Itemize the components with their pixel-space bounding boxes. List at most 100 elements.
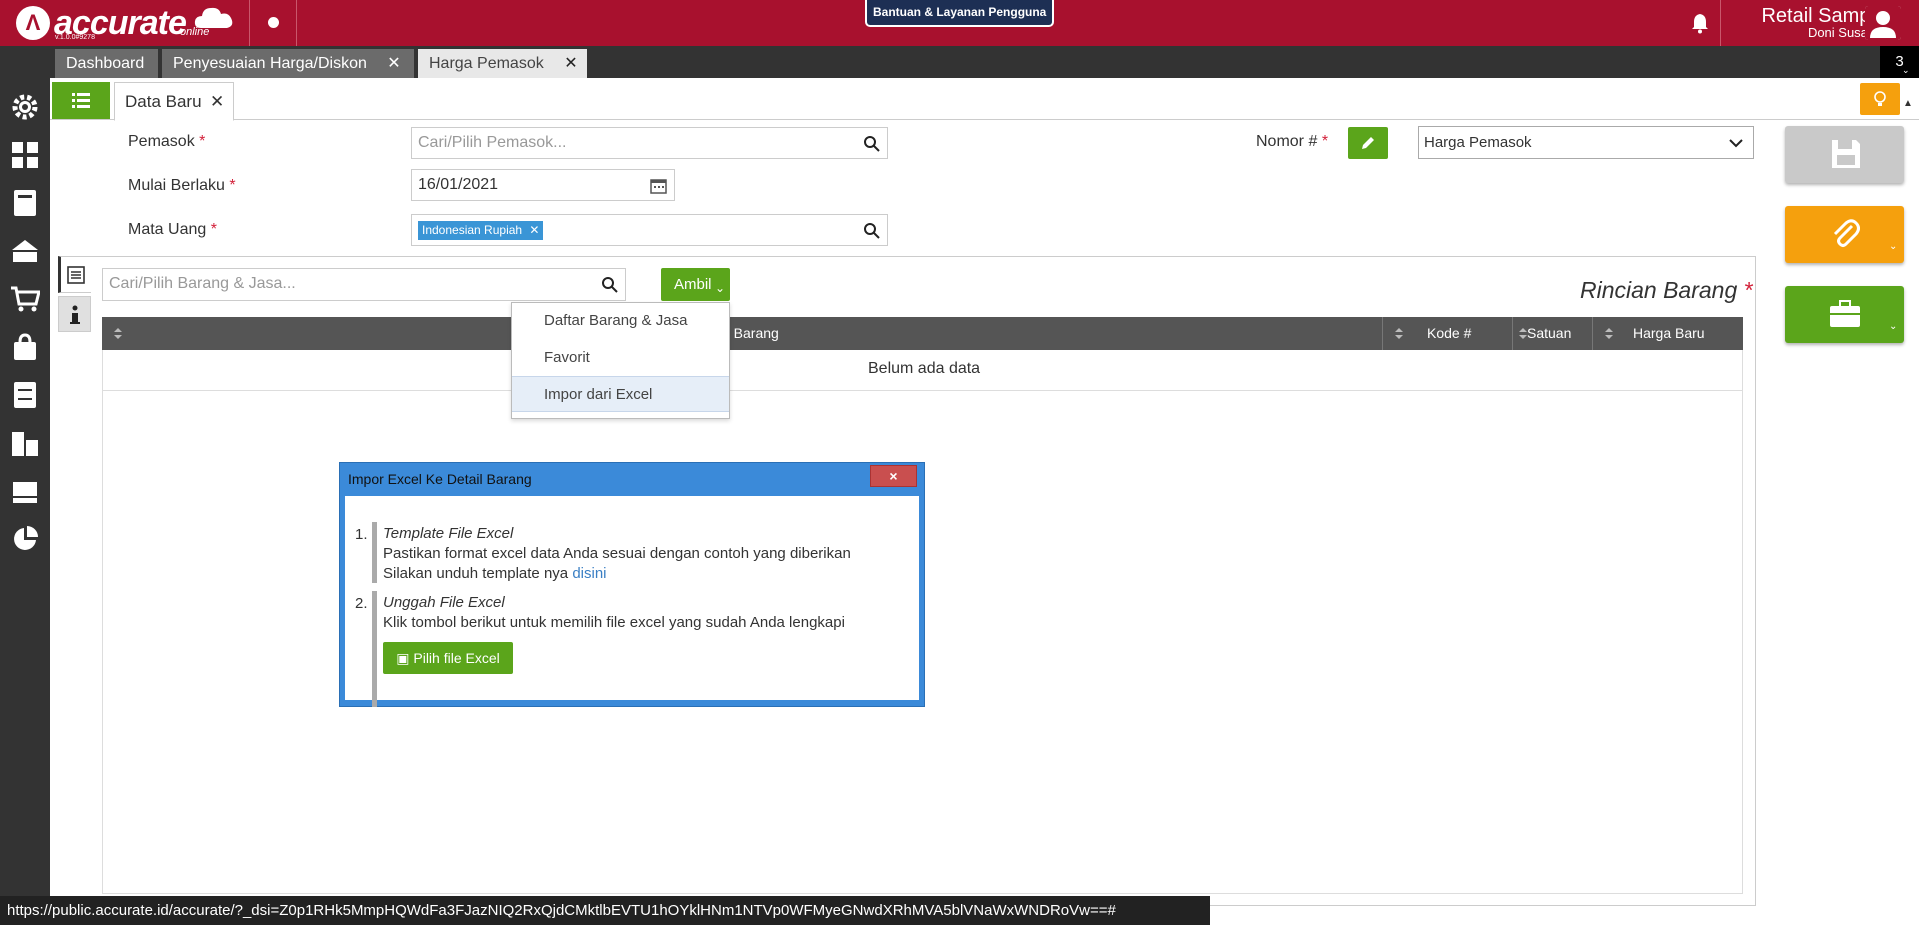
step-number: 2. <box>355 595 368 612</box>
top-bar: Λ accurate online v.1.0.0#9278 Bantuan &… <box>0 0 1919 46</box>
left-sidebar <box>0 78 50 925</box>
column-harga-baru[interactable]: Harga Baru <box>1592 317 1743 350</box>
ledger-book-icon[interactable] <box>10 188 40 218</box>
menu-item-favorit[interactable]: Favorit <box>512 340 729 376</box>
help-button[interactable]: Bantuan & Layanan Pengguna <box>865 0 1055 27</box>
bell-icon[interactable] <box>1690 12 1710 34</box>
status-url-bar: https://public.accurate.id/accurate/?_ds… <box>0 896 1210 925</box>
close-icon[interactable]: ✕ <box>383 49 405 78</box>
inventory-cabinet-icon[interactable] <box>10 380 40 410</box>
briefcase-icon <box>1830 300 1860 327</box>
excel-file-icon: ▣ <box>396 650 410 666</box>
tab-bar: Dashboard Penyesuaian Harga/Diskon ✕ Har… <box>0 46 1919 78</box>
ambil-dropdown-menu: Daftar Barang & Jasa Favorit Impor dari … <box>511 302 730 419</box>
step2-title: Unggah File Excel <box>383 594 505 611</box>
cash-bank-icon[interactable] <box>10 236 40 266</box>
search-icon[interactable] <box>863 222 880 239</box>
top-separator <box>1720 0 1721 46</box>
subtab-data-baru[interactable]: Data Baru ✕ <box>114 82 234 121</box>
user-name[interactable]: Doni Susanto <box>1734 25 1886 40</box>
accurate-logo[interactable]: Λ accurate <box>16 3 187 43</box>
search-icon[interactable] <box>863 135 880 152</box>
mata-uang-label: Mata Uang * <box>128 221 217 238</box>
user-avatar-icon[interactable] <box>1865 6 1901 40</box>
step1-text: Pastikan format excel data Anda sesuai d… <box>383 545 851 562</box>
pemasok-placeholder: Cari/Pilih Pemasok... <box>418 134 567 151</box>
chevron-down-icon: ⌄ <box>1889 321 1898 332</box>
accurate-logo-icon: Λ <box>16 6 50 40</box>
step-bar <box>372 522 377 583</box>
nomor-select-value: Harga Pemasok <box>1424 134 1532 151</box>
dialog-close-button[interactable]: × <box>870 465 917 487</box>
paperclip-icon <box>1833 219 1860 247</box>
list-icon <box>72 93 90 108</box>
nomor-label: Nomor # * <box>1256 133 1329 150</box>
detail-tab-items[interactable] <box>58 256 91 293</box>
step1-download-text: Silakan unduh template nya disini <box>383 565 607 582</box>
pencil-icon <box>1362 137 1374 149</box>
dialog-title: Impor Excel Ke Detail Barang <box>348 471 532 487</box>
list-view-button[interactable] <box>52 82 110 119</box>
mata-uang-input[interactable]: Indonesian Rupiah ✕ <box>411 214 888 246</box>
top-separator <box>249 0 250 46</box>
menu-item-daftar-barang[interactable]: Daftar Barang & Jasa <box>512 303 729 339</box>
sort-icon[interactable] <box>114 328 122 339</box>
mulai-berlaku-date-input[interactable]: 16/01/2021 <box>411 169 675 201</box>
nomor-type-select[interactable]: Harga Pemasok <box>1418 126 1754 159</box>
save-button[interactable] <box>1785 126 1904 183</box>
column-kode[interactable]: Kode # <box>1382 317 1512 350</box>
remove-chip-icon[interactable]: ✕ <box>529 223 539 237</box>
shopping-cart-icon[interactable] <box>10 284 40 314</box>
step1-title: Template File Excel <box>383 525 514 542</box>
info-icon <box>70 305 80 324</box>
calendar-icon[interactable] <box>650 177 667 194</box>
step-bar <box>372 591 377 707</box>
import-excel-dialog: Impor Excel Ke Detail Barang × 1. Templa… <box>339 462 925 707</box>
assets-building-icon[interactable] <box>10 428 40 458</box>
sort-icon <box>1605 328 1613 339</box>
column-satuan[interactable]: Satuan <box>1512 317 1592 350</box>
sales-bag-icon[interactable] <box>10 332 40 362</box>
menu-item-impor-excel[interactable]: Impor dari Excel <box>512 376 729 412</box>
tab-label: Harga Pemasok <box>429 55 544 72</box>
scroll-up-arrow-icon[interactable]: ▲ <box>1903 98 1913 109</box>
search-icon[interactable] <box>601 276 618 293</box>
pick-excel-file-button[interactable]: ▣ Pilih file Excel <box>383 642 513 674</box>
save-disk-icon <box>1832 140 1860 168</box>
tab-harga-pemasok[interactable]: Harga Pemasok ✕ <box>418 49 587 78</box>
chevron-down-icon: ⌄ <box>1889 241 1898 252</box>
mulai-berlaku-label: Mulai Berlaku * <box>128 177 236 194</box>
tab-dashboard[interactable]: Dashboard <box>55 49 158 78</box>
tab-count-badge[interactable]: 3 ⌄ <box>1880 46 1919 78</box>
report-pie-chart-icon[interactable] <box>10 524 40 554</box>
tips-button[interactable] <box>1860 83 1900 115</box>
app-version: v.1.0.0#9278 <box>55 34 95 41</box>
lightbulb-icon <box>1874 91 1886 106</box>
tab-label: Dashboard <box>66 55 145 72</box>
detail-tab-info[interactable] <box>58 296 91 332</box>
close-icon[interactable]: ✕ <box>210 83 224 120</box>
tools-button[interactable]: ⌄ <box>1785 286 1904 343</box>
tab-penyesuaian-harga[interactable]: Penyesuaian Harga/Diskon ✕ <box>162 49 414 78</box>
logo-online-text: online <box>180 26 210 38</box>
currency-chip: Indonesian Rupiah ✕ <box>418 221 544 240</box>
close-icon[interactable]: ✕ <box>560 49 582 78</box>
item-search-placeholder: Cari/Pilih Barang & Jasa... <box>109 275 296 292</box>
chevron-down-icon: ⌄ <box>715 281 726 295</box>
item-search-input[interactable]: Cari/Pilih Barang & Jasa... <box>102 268 626 301</box>
settings-gear-icon[interactable] <box>10 92 40 122</box>
ambil-button[interactable]: Ambil ⌄ <box>661 268 730 301</box>
chevron-down-icon <box>1729 139 1743 148</box>
pemasok-input[interactable]: Cari/Pilih Pemasok... <box>411 127 888 159</box>
pemasok-label: Pemasok * <box>128 133 206 150</box>
tax-icon[interactable] <box>10 476 40 506</box>
download-template-link[interactable]: disini <box>572 565 606 582</box>
sort-icon <box>1395 328 1403 339</box>
status-dot-icon[interactable] <box>268 17 279 28</box>
rincian-barang-title: Rincian Barang * <box>1580 277 1753 303</box>
grid-header: a Barang Kode # Satuan Harga Baru <box>102 317 1743 350</box>
attachment-button[interactable]: ⌄ <box>1785 206 1904 263</box>
form-subtab-bar <box>50 78 1919 120</box>
grid-modules-icon[interactable] <box>10 140 40 170</box>
edit-nomor-button[interactable] <box>1348 127 1388 159</box>
